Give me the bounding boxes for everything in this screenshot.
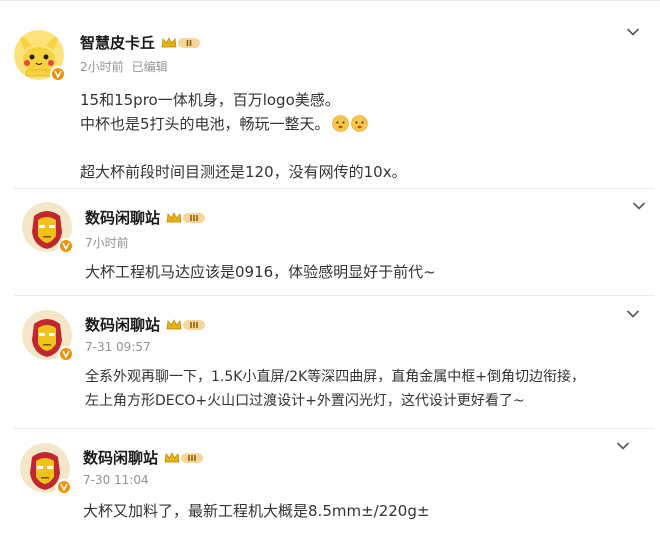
username-text[interactable]: 智慧皮卡丘 xyxy=(80,32,155,53)
level-label: III xyxy=(188,454,197,463)
user-level-badge: III xyxy=(166,318,206,332)
post-content: 全系外观再聊一下，1.5K小直屏/2K等深四曲屏，直角金属中框+倒角切边衔接， … xyxy=(85,365,585,413)
chevron-down-icon[interactable] xyxy=(616,441,630,451)
content-line-with-emoji: 中杯也是5打头的电池，畅玩一整天。 xyxy=(80,112,407,136)
post-username[interactable]: 数码闲聊站 III xyxy=(85,207,206,228)
post-time[interactable]: 2小时前 xyxy=(80,60,124,74)
level-label: III xyxy=(190,214,199,223)
content-line: 全系外观再聊一下，1.5K小直屏/2K等深四曲屏，直角金属中框+倒角切边衔接， xyxy=(85,369,585,385)
post-meta: 7-30 11:04 xyxy=(83,473,149,487)
post-meta: 7小时前 xyxy=(85,234,129,251)
username-text[interactable]: 数码闲聊站 xyxy=(83,447,158,468)
crown-level-icon: II xyxy=(161,36,201,48)
chevron-down-icon[interactable] xyxy=(632,201,646,211)
user-level-badge: II xyxy=(161,36,201,50)
avatar[interactable] xyxy=(22,310,74,362)
post-username[interactable]: 数码闲聊站 III xyxy=(85,314,206,335)
post-content: 大杯又加料了，最新工程机大概是8.5mm±/220g± xyxy=(83,499,429,523)
user-level-badge: III xyxy=(164,451,204,465)
post-divider xyxy=(14,188,654,189)
content-line: 大杯又加料了，最新工程机大概是8.5mm±/220g± xyxy=(83,502,430,520)
post-time[interactable]: 7-30 11:04 xyxy=(83,473,149,487)
verified-badge-icon xyxy=(50,66,66,82)
content-line: 大杯工程机马达应该是0916，体验感明显好于前代~ xyxy=(85,263,436,281)
content-line: 15和15pro一体机身，百万logo美感。 xyxy=(80,91,340,109)
avatar[interactable] xyxy=(22,202,74,254)
verified-badge-icon xyxy=(58,346,74,362)
post-divider xyxy=(14,295,654,296)
post-content: 15和15pro一体机身，百万logo美感。 中杯也是5打头的电池，畅玩一整天。… xyxy=(80,88,407,184)
crown-level-icon: III xyxy=(166,318,206,330)
sweat-face-icon xyxy=(350,115,368,132)
chevron-down-icon[interactable] xyxy=(626,309,640,319)
post-time[interactable]: 7小时前 xyxy=(85,236,129,250)
username-text[interactable]: 数码闲聊站 xyxy=(85,314,160,335)
content-line-blank xyxy=(80,136,407,160)
sweat-face-icon xyxy=(331,115,349,132)
post-content: 大杯工程机马达应该是0916，体验感明显好于前代~ xyxy=(85,260,436,284)
verified-badge-icon xyxy=(58,238,74,254)
verified-badge-icon xyxy=(56,479,72,495)
top-divider xyxy=(0,0,660,1)
post-meta: 7-31 09:57 xyxy=(85,340,151,354)
post-time[interactable]: 7-31 09:57 xyxy=(85,340,151,354)
content-line: 左上角方形DECO+火山口过渡设计+外置闪光灯，这代设计更好看了~ xyxy=(85,393,525,409)
content-line-text: 中杯也是5打头的电池，畅玩一整天。 xyxy=(80,115,330,133)
avatar[interactable] xyxy=(20,443,72,495)
crown-level-icon: III xyxy=(164,451,204,463)
user-level-badge: III xyxy=(166,211,206,225)
crown-level-icon: III xyxy=(166,211,206,223)
edited-label: 已编辑 xyxy=(131,60,168,74)
level-label: III xyxy=(190,321,199,330)
post-username[interactable]: 智慧皮卡丘 II xyxy=(80,32,201,53)
chevron-down-icon[interactable] xyxy=(626,27,640,37)
content-line: 超大杯前段时间目测还是120，没有网传的10x。 xyxy=(80,163,407,181)
username-text[interactable]: 数码闲聊站 xyxy=(85,207,160,228)
avatar[interactable] xyxy=(14,30,66,82)
level-label: II xyxy=(186,39,192,48)
post-divider xyxy=(14,428,654,429)
post-meta: 2小时前 已编辑 xyxy=(80,58,168,75)
post-username[interactable]: 数码闲聊站 III xyxy=(83,447,204,468)
